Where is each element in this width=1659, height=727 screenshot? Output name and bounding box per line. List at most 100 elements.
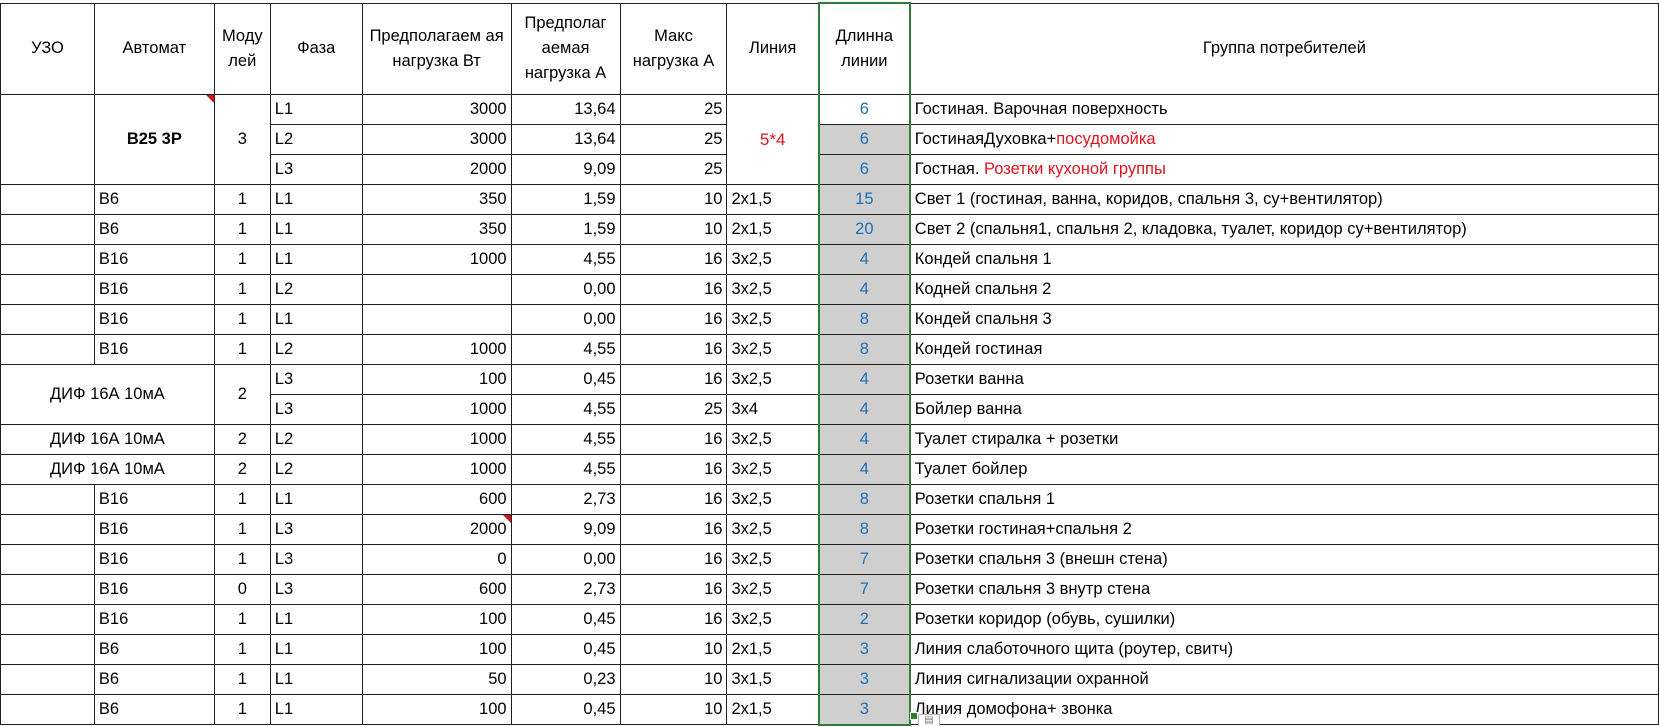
cell-modules[interactable]: 1 <box>213 303 271 335</box>
cell-automat[interactable]: B16 <box>93 333 215 365</box>
cell-line[interactable]: 3x2,5 <box>726 273 820 305</box>
cell-line[interactable]: 3x2,5 <box>726 453 820 485</box>
cell-max-load[interactable]: 16 <box>619 513 728 545</box>
cell-load-w[interactable]: 1000 <box>361 423 512 455</box>
cell-uzo[interactable] <box>0 603 95 635</box>
cell-load-w[interactable]: 1000 <box>361 333 512 365</box>
cell-load-a[interactable]: 0,00 <box>510 303 621 335</box>
cell-length[interactable]: 7 <box>817 543 911 575</box>
cell-max-load[interactable]: 25 <box>619 93 728 125</box>
cell-consumer[interactable]: Свет 1 (гостиная, ванна, коридов, спальн… <box>909 183 1659 215</box>
cell-load-a[interactable]: 13,64 <box>510 93 621 125</box>
cell-consumer[interactable]: Розетки спальня 3 внутр стена <box>909 573 1659 605</box>
cell-phase[interactable]: L1 <box>269 603 363 635</box>
cell-consumer[interactable]: Линия домофона+ звонка <box>909 693 1659 725</box>
cell-uzo[interactable] <box>0 633 95 665</box>
cell-load-w[interactable]: 100 <box>361 633 512 665</box>
cell-uzo[interactable] <box>0 543 95 575</box>
header-load-w[interactable]: Предполагаем ая нагрузка Вт <box>361 2 512 95</box>
cell-load-a[interactable]: 4,55 <box>510 333 621 365</box>
cell-load-a[interactable]: 0,00 <box>510 543 621 575</box>
cell-load-w[interactable]: 350 <box>361 213 512 245</box>
cell-max-load[interactable]: 10 <box>619 183 728 215</box>
cell-modules[interactable]: 2 <box>213 423 271 455</box>
cell-consumer[interactable]: ГостинаяДуховка+посудомойка <box>909 123 1659 155</box>
cell-line[interactable]: 2x1,5 <box>726 183 820 215</box>
cell-line[interactable]: 3x2,5 <box>726 243 820 275</box>
cell-consumer[interactable]: Бойлер ванна <box>909 393 1659 425</box>
cell-automat[interactable]: B16 <box>93 573 215 605</box>
cell-modules[interactable]: 0 <box>213 573 271 605</box>
cell-length[interactable]: 8 <box>817 483 911 515</box>
cell-length[interactable]: 8 <box>817 513 911 545</box>
cell-modules[interactable]: 2 <box>213 453 271 485</box>
header-phase[interactable]: Фаза <box>269 2 363 95</box>
cell-line[interactable]: 3x2,5 <box>726 363 820 395</box>
cell-consumer[interactable]: Туалет стиралка + розетки <box>909 423 1659 455</box>
cell-consumer[interactable]: Розетки ванна <box>909 363 1659 395</box>
cell-modules[interactable]: 1 <box>213 483 271 515</box>
cell-consumer[interactable]: Розетки спальня 3 (внешн стена) <box>909 543 1659 575</box>
cell-line[interactable]: 3x1,5 <box>726 663 820 695</box>
cell-phase[interactable]: L1 <box>269 93 363 125</box>
cell-load-w[interactable]: 350 <box>361 183 512 215</box>
cell-line[interactable]: 3x2,5 <box>726 603 820 635</box>
cell-consumer[interactable]: Свет 2 (спальня1, спальня 2, кладовка, т… <box>909 213 1659 245</box>
cell-consumer[interactable]: Гостная. Розетки кухоной группы <box>909 153 1659 185</box>
cell-load-w[interactable]: 100 <box>361 693 512 725</box>
cell-length[interactable]: 6 <box>817 123 911 155</box>
cell-phase[interactable]: L3 <box>269 573 363 605</box>
cell-modules[interactable]: 1 <box>213 213 271 245</box>
cell-uzo[interactable] <box>0 333 95 365</box>
header-modules[interactable]: Моду лей <box>213 2 271 95</box>
cell-length[interactable]: 3 <box>817 693 911 726</box>
cell-modules[interactable]: 3 <box>213 93 271 185</box>
cell-phase[interactable]: L2 <box>269 333 363 365</box>
cell-length[interactable]: 3 <box>817 633 911 665</box>
cell-phase[interactable]: L1 <box>269 663 363 695</box>
header-uzo[interactable]: УЗО <box>0 2 95 95</box>
header-line[interactable]: Линия <box>726 2 820 95</box>
cell-uzo[interactable] <box>0 93 95 185</box>
cell-modules[interactable]: 2 <box>213 363 271 425</box>
cell-modules[interactable]: 1 <box>213 543 271 575</box>
cell-line[interactable]: 3x4 <box>726 393 820 425</box>
cell-max-load[interactable]: 16 <box>619 273 728 305</box>
cell-phase[interactable]: L3 <box>269 513 363 545</box>
cell-automat[interactable]: B6 <box>93 213 215 245</box>
cell-uzo[interactable] <box>0 483 95 515</box>
cell-length[interactable]: 8 <box>817 303 911 335</box>
cell-phase[interactable]: L3 <box>269 543 363 575</box>
cell-phase[interactable]: L1 <box>269 693 363 725</box>
cell-uzo[interactable] <box>0 513 95 545</box>
cell-max-load[interactable]: 10 <box>619 213 728 245</box>
cell-load-w[interactable]: 3000 <box>361 93 512 125</box>
cell-automat[interactable]: B25 3P <box>93 93 215 185</box>
cell-line[interactable]: 3x2,5 <box>726 483 820 515</box>
cell-phase[interactable]: L1 <box>269 633 363 665</box>
cell-consumer[interactable]: Розетки гостиная+спальня 2 <box>909 513 1659 545</box>
cell-load-w[interactable]: 600 <box>361 483 512 515</box>
cell-uzo[interactable] <box>0 183 95 215</box>
cell-length[interactable]: 4 <box>817 423 911 455</box>
cell-uzo[interactable] <box>0 273 95 305</box>
cell-length[interactable]: 8 <box>817 333 911 365</box>
cell-automat[interactable]: B6 <box>93 663 215 695</box>
cell-length[interactable]: 4 <box>817 393 911 425</box>
cell-automat[interactable]: B6 <box>93 633 215 665</box>
cell-max-load[interactable]: 16 <box>619 333 728 365</box>
header-group[interactable]: Группа потребителей <box>909 2 1659 95</box>
cell-uzo[interactable] <box>0 663 95 695</box>
cell-modules[interactable]: 1 <box>213 183 271 215</box>
cell-automat[interactable]: B16 <box>93 303 215 335</box>
cell-load-a[interactable]: 0,45 <box>510 603 621 635</box>
cell-phase[interactable]: L3 <box>269 393 363 425</box>
cell-automat[interactable]: B16 <box>93 483 215 515</box>
cell-length[interactable]: 4 <box>817 273 911 305</box>
cell-max-load[interactable]: 10 <box>619 663 728 695</box>
cell-consumer[interactable]: Линия сигнализации охранной <box>909 663 1659 695</box>
cell-automat[interactable]: B6 <box>93 183 215 215</box>
cell-load-a[interactable]: 9,09 <box>510 153 621 185</box>
cell-length[interactable]: 20 <box>817 213 911 245</box>
cell-consumer[interactable]: Туалет бойлер <box>909 453 1659 485</box>
